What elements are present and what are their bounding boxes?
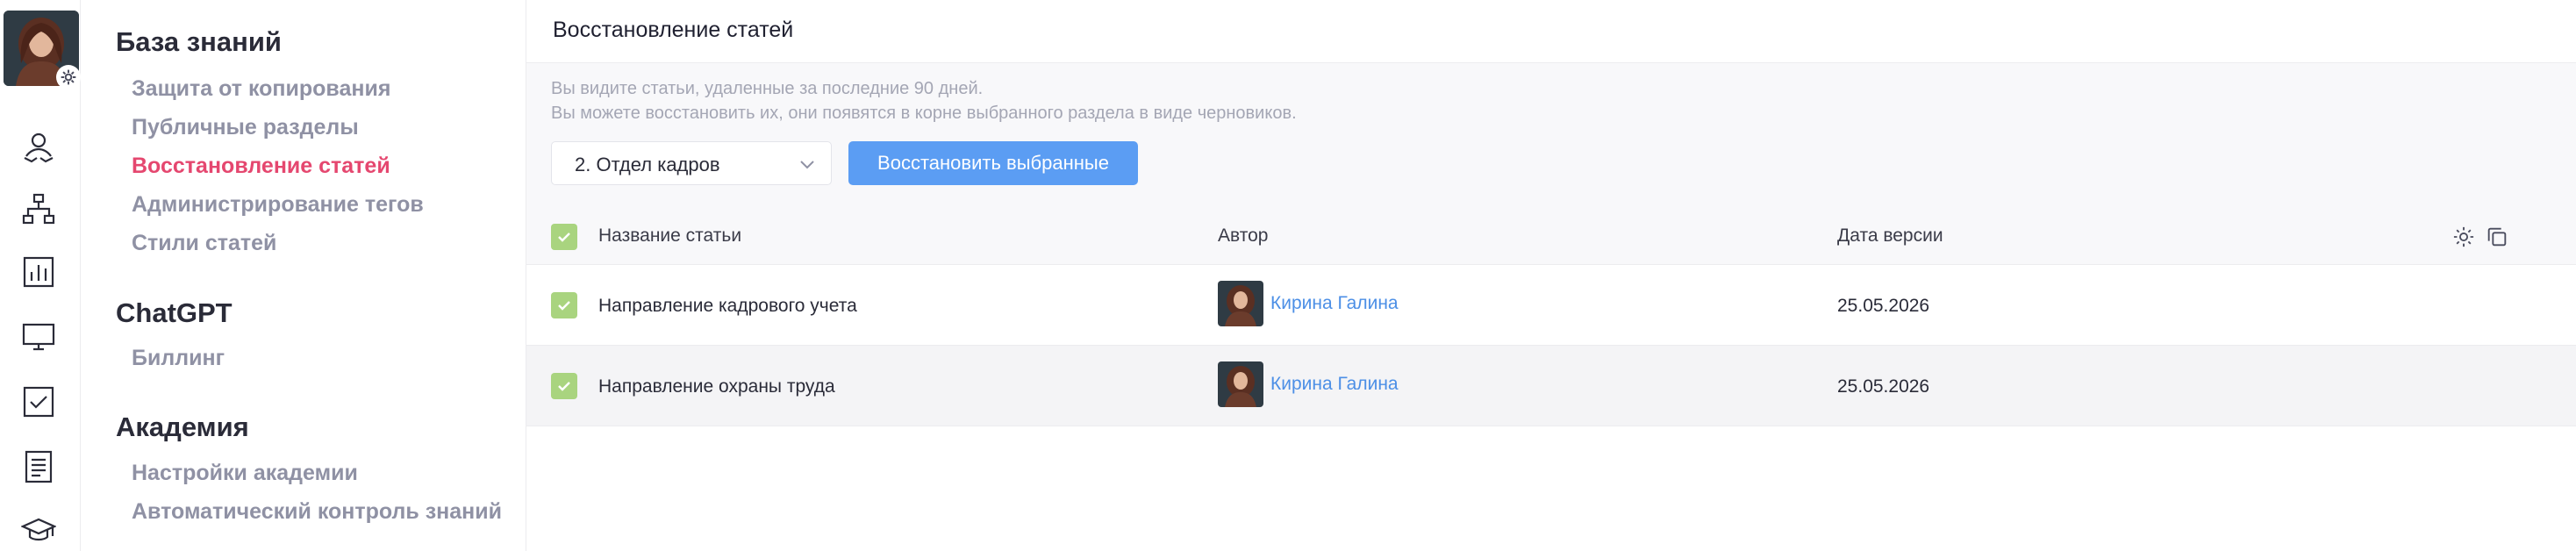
sidebar-item-academy-settings[interactable]: Настройки академии — [132, 461, 358, 486]
author-avatar — [1218, 361, 1263, 407]
restore-selected-button[interactable]: Восстановить выбранные — [848, 141, 1138, 185]
version-date: 25.05.2026 — [1837, 376, 1930, 397]
column-header-name[interactable]: Название статьи — [598, 225, 741, 247]
bar-chart-icon[interactable] — [19, 253, 58, 291]
section-title-academy: Академия — [116, 411, 249, 442]
sidebar-item-public-sections[interactable]: Публичные разделы — [132, 115, 359, 140]
settings-sidebar: База знаний Защита от копирования Публич… — [81, 0, 526, 551]
checkbox-icon[interactable] — [19, 383, 58, 421]
main-content: Восстановление статей Вы видите статьи, … — [526, 0, 2576, 551]
author-avatar — [1218, 281, 1263, 326]
section-select-value: 2. Отдел кадров — [575, 154, 720, 175]
hierarchy-icon[interactable] — [19, 190, 58, 228]
section-title-chatgpt: ChatGPT — [116, 297, 233, 328]
sidebar-item-article-styles[interactable]: Стили статей — [132, 231, 276, 256]
author-link[interactable]: Кирина Галина — [1270, 374, 1399, 395]
sidebar-item-billing[interactable]: Биллинг — [132, 346, 225, 371]
table-row[interactable]: Направление охраны труда Кирина Галина 2… — [526, 346, 2576, 426]
copy-icon[interactable] — [2485, 225, 2509, 249]
sidebar-item-article-restore[interactable]: Восстановление статей — [132, 154, 390, 179]
select-all-checkbox[interactable] — [551, 224, 577, 250]
section-select[interactable]: 2. Отдел кадров — [551, 141, 832, 185]
version-date: 25.05.2026 — [1837, 296, 1930, 316]
column-header-date[interactable]: Дата версии — [1837, 225, 1943, 247]
page-header: Восстановление статей — [526, 0, 2576, 63]
user-hands-icon[interactable] — [19, 128, 58, 167]
info-text-restore-hint: Вы можете восстановить их, они появятся … — [551, 104, 1297, 123]
row-checkbox[interactable] — [551, 373, 577, 399]
sidebar-item-tag-admin[interactable]: Администрирование тегов — [132, 192, 424, 218]
restore-toolbar: Вы видите статьи, удаленные за последние… — [526, 63, 2576, 209]
article-name: Направление кадрового учета — [598, 296, 857, 316]
sidebar-item-auto-knowledge-control[interactable]: Автоматический контроль знаний — [132, 499, 502, 525]
app-root: База знаний Защита от копирования Публич… — [0, 0, 2576, 551]
table-settings-gear-icon[interactable] — [2451, 225, 2476, 249]
table-header: Название статьи Автор Дата версии — [526, 209, 2576, 265]
table-tools — [2451, 225, 2509, 249]
sidebar-item-copy-protection[interactable]: Защита от копирования — [132, 76, 390, 102]
settings-gear-icon[interactable] — [56, 65, 81, 89]
chevron-down-icon — [798, 154, 817, 174]
monitor-icon[interactable] — [19, 318, 58, 356]
column-header-author[interactable]: Автор — [1218, 225, 1268, 247]
section-title-knowledge-base: База знаний — [116, 26, 282, 57]
author-link[interactable]: Кирина Галина — [1270, 293, 1399, 314]
icon-rail — [0, 0, 81, 551]
user-avatar[interactable] — [4, 11, 81, 89]
document-icon[interactable] — [19, 447, 58, 486]
article-name: Направление охраны труда — [598, 376, 835, 397]
graduation-cap-icon[interactable] — [19, 511, 58, 549]
row-checkbox[interactable] — [551, 292, 577, 318]
table-row[interactable]: Направление кадрового учета Кирина Галин… — [526, 265, 2576, 346]
info-text-retention: Вы видите статьи, удаленные за последние… — [551, 79, 984, 98]
page-title: Восстановление статей — [553, 18, 794, 42]
